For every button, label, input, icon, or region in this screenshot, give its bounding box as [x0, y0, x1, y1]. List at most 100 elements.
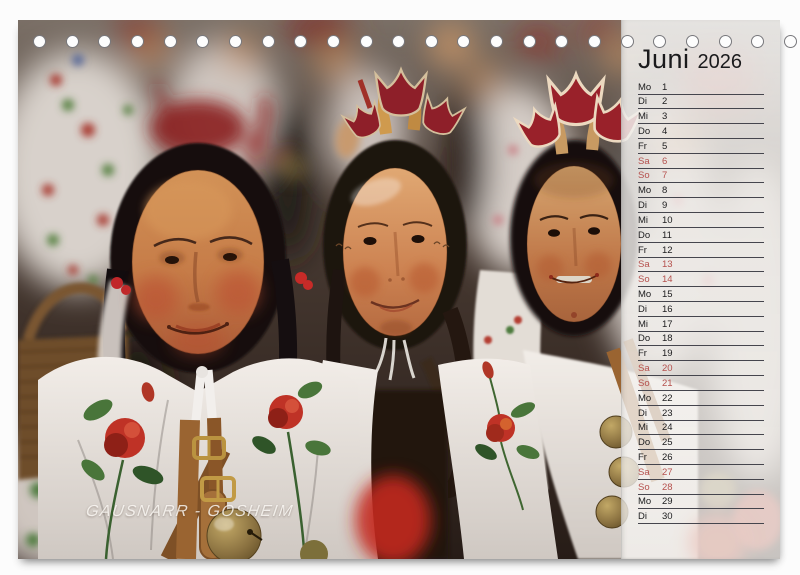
binding-hole: [719, 35, 732, 48]
day-number: 18: [662, 333, 673, 344]
day-abbr: So: [638, 482, 662, 493]
calendar-day-row: Sa20: [638, 363, 764, 376]
calendar-day-row: Mi10: [638, 215, 764, 228]
calendar-day-row: Fr26: [638, 452, 764, 465]
day-number: 6: [662, 156, 667, 167]
calendar-day-row: Sa6: [638, 156, 764, 169]
binding-hole: [490, 35, 503, 48]
day-abbr: Mo: [638, 289, 662, 300]
day-abbr: Di: [638, 304, 662, 315]
day-abbr: Mi: [638, 422, 662, 433]
day-abbr: Do: [638, 437, 662, 448]
day-number: 16: [662, 304, 673, 315]
calendar-day-row: Di9: [638, 200, 764, 213]
day-number: 15: [662, 289, 673, 300]
calendar-day-row: Di30: [638, 511, 764, 524]
calendar-day-row: Sa13: [638, 259, 764, 272]
day-abbr: Do: [638, 333, 662, 344]
binding-hole: [523, 35, 536, 48]
calendar-day-row: So7: [638, 170, 764, 183]
day-abbr: So: [638, 170, 662, 181]
binding-hole: [262, 35, 275, 48]
day-abbr: Mi: [638, 215, 662, 226]
left-mask: [132, 170, 264, 356]
calendar-day-row: Mo22: [638, 393, 764, 406]
day-abbr: Mo: [638, 185, 662, 196]
calendar-day-row: Mo1: [638, 82, 764, 95]
day-number: 5: [662, 141, 667, 152]
day-number: 12: [662, 245, 673, 256]
binding-hole: [457, 35, 470, 48]
day-abbr: Fr: [638, 245, 662, 256]
day-number: 17: [662, 319, 673, 330]
day-number: 1: [662, 82, 667, 93]
calendar-panel: Juni2026 Mo1Di2Mi3Do4Fr5Sa6So7Mo8Di9Mi10…: [621, 20, 780, 559]
right-mask: [527, 162, 621, 322]
day-number: 23: [662, 408, 673, 419]
binding-hole: [131, 35, 144, 48]
binding-hole: [229, 35, 242, 48]
day-number: 13: [662, 259, 673, 270]
calendar-day-row: Mi3: [638, 111, 764, 124]
day-number: 20: [662, 363, 673, 374]
day-abbr: Fr: [638, 141, 662, 152]
calendar-day-row: Fr19: [638, 348, 764, 361]
binding-hole: [784, 35, 797, 48]
day-abbr: Sa: [638, 156, 662, 167]
day-number: 4: [662, 126, 667, 137]
day-number: 7: [662, 170, 667, 181]
day-number: 19: [662, 348, 673, 359]
binding-hole: [33, 35, 46, 48]
day-number: 29: [662, 496, 673, 507]
calendar-day-row: So28: [638, 482, 764, 495]
day-number: 21: [662, 378, 673, 389]
calendar-day-row: Mi17: [638, 319, 764, 332]
calendar-day-row: Fr5: [638, 141, 764, 154]
day-abbr: Mo: [638, 82, 662, 93]
day-number: 24: [662, 422, 673, 433]
calendar-day-row: Di23: [638, 408, 764, 421]
binding-hole: [425, 35, 438, 48]
day-number: 10: [662, 215, 673, 226]
day-number: 3: [662, 111, 667, 122]
day-abbr: Fr: [638, 348, 662, 359]
day-number: 27: [662, 467, 673, 478]
binding-hole: [327, 35, 340, 48]
day-number: 9: [662, 200, 667, 211]
calendar-day-row: Do25: [638, 437, 764, 450]
day-abbr: Fr: [638, 452, 662, 463]
binding-hole: [621, 35, 634, 48]
day-abbr: Do: [638, 126, 662, 137]
day-number: 2: [662, 96, 667, 107]
photo-caption: GAUSNARR - GOSHEIM: [85, 503, 295, 521]
day-abbr: Sa: [638, 363, 662, 374]
day-number: 26: [662, 452, 673, 463]
day-abbr: So: [638, 274, 662, 285]
day-abbr: Mo: [638, 393, 662, 404]
binding-hole: [588, 35, 601, 48]
calendar-day-row: Do11: [638, 230, 764, 243]
day-abbr: Di: [638, 408, 662, 419]
day-number: 11: [662, 230, 672, 241]
calendar-day-row: Mi24: [638, 422, 764, 435]
calendar-title: Juni2026: [638, 44, 742, 75]
binding-hole: [653, 35, 666, 48]
calendar-day-row: So21: [638, 378, 764, 391]
calendar-day-row: Di16: [638, 304, 764, 317]
calendar-day-row: Mo8: [638, 185, 764, 198]
calendar-month: Juni: [638, 44, 690, 74]
day-number: 8: [662, 185, 667, 196]
day-abbr: Di: [638, 96, 662, 107]
binding-hole: [164, 35, 177, 48]
binding-hole: [360, 35, 373, 48]
day-abbr: Mi: [638, 319, 662, 330]
day-abbr: Di: [638, 511, 662, 522]
day-abbr: Sa: [638, 259, 662, 270]
calendar-day-row: Di2: [638, 96, 764, 109]
binding-hole: [686, 35, 699, 48]
binding-hole: [196, 35, 209, 48]
day-number: 30: [662, 511, 673, 522]
binding-hole: [98, 35, 111, 48]
calendar-day-row: Sa27: [638, 467, 764, 480]
binding-hole: [392, 35, 405, 48]
